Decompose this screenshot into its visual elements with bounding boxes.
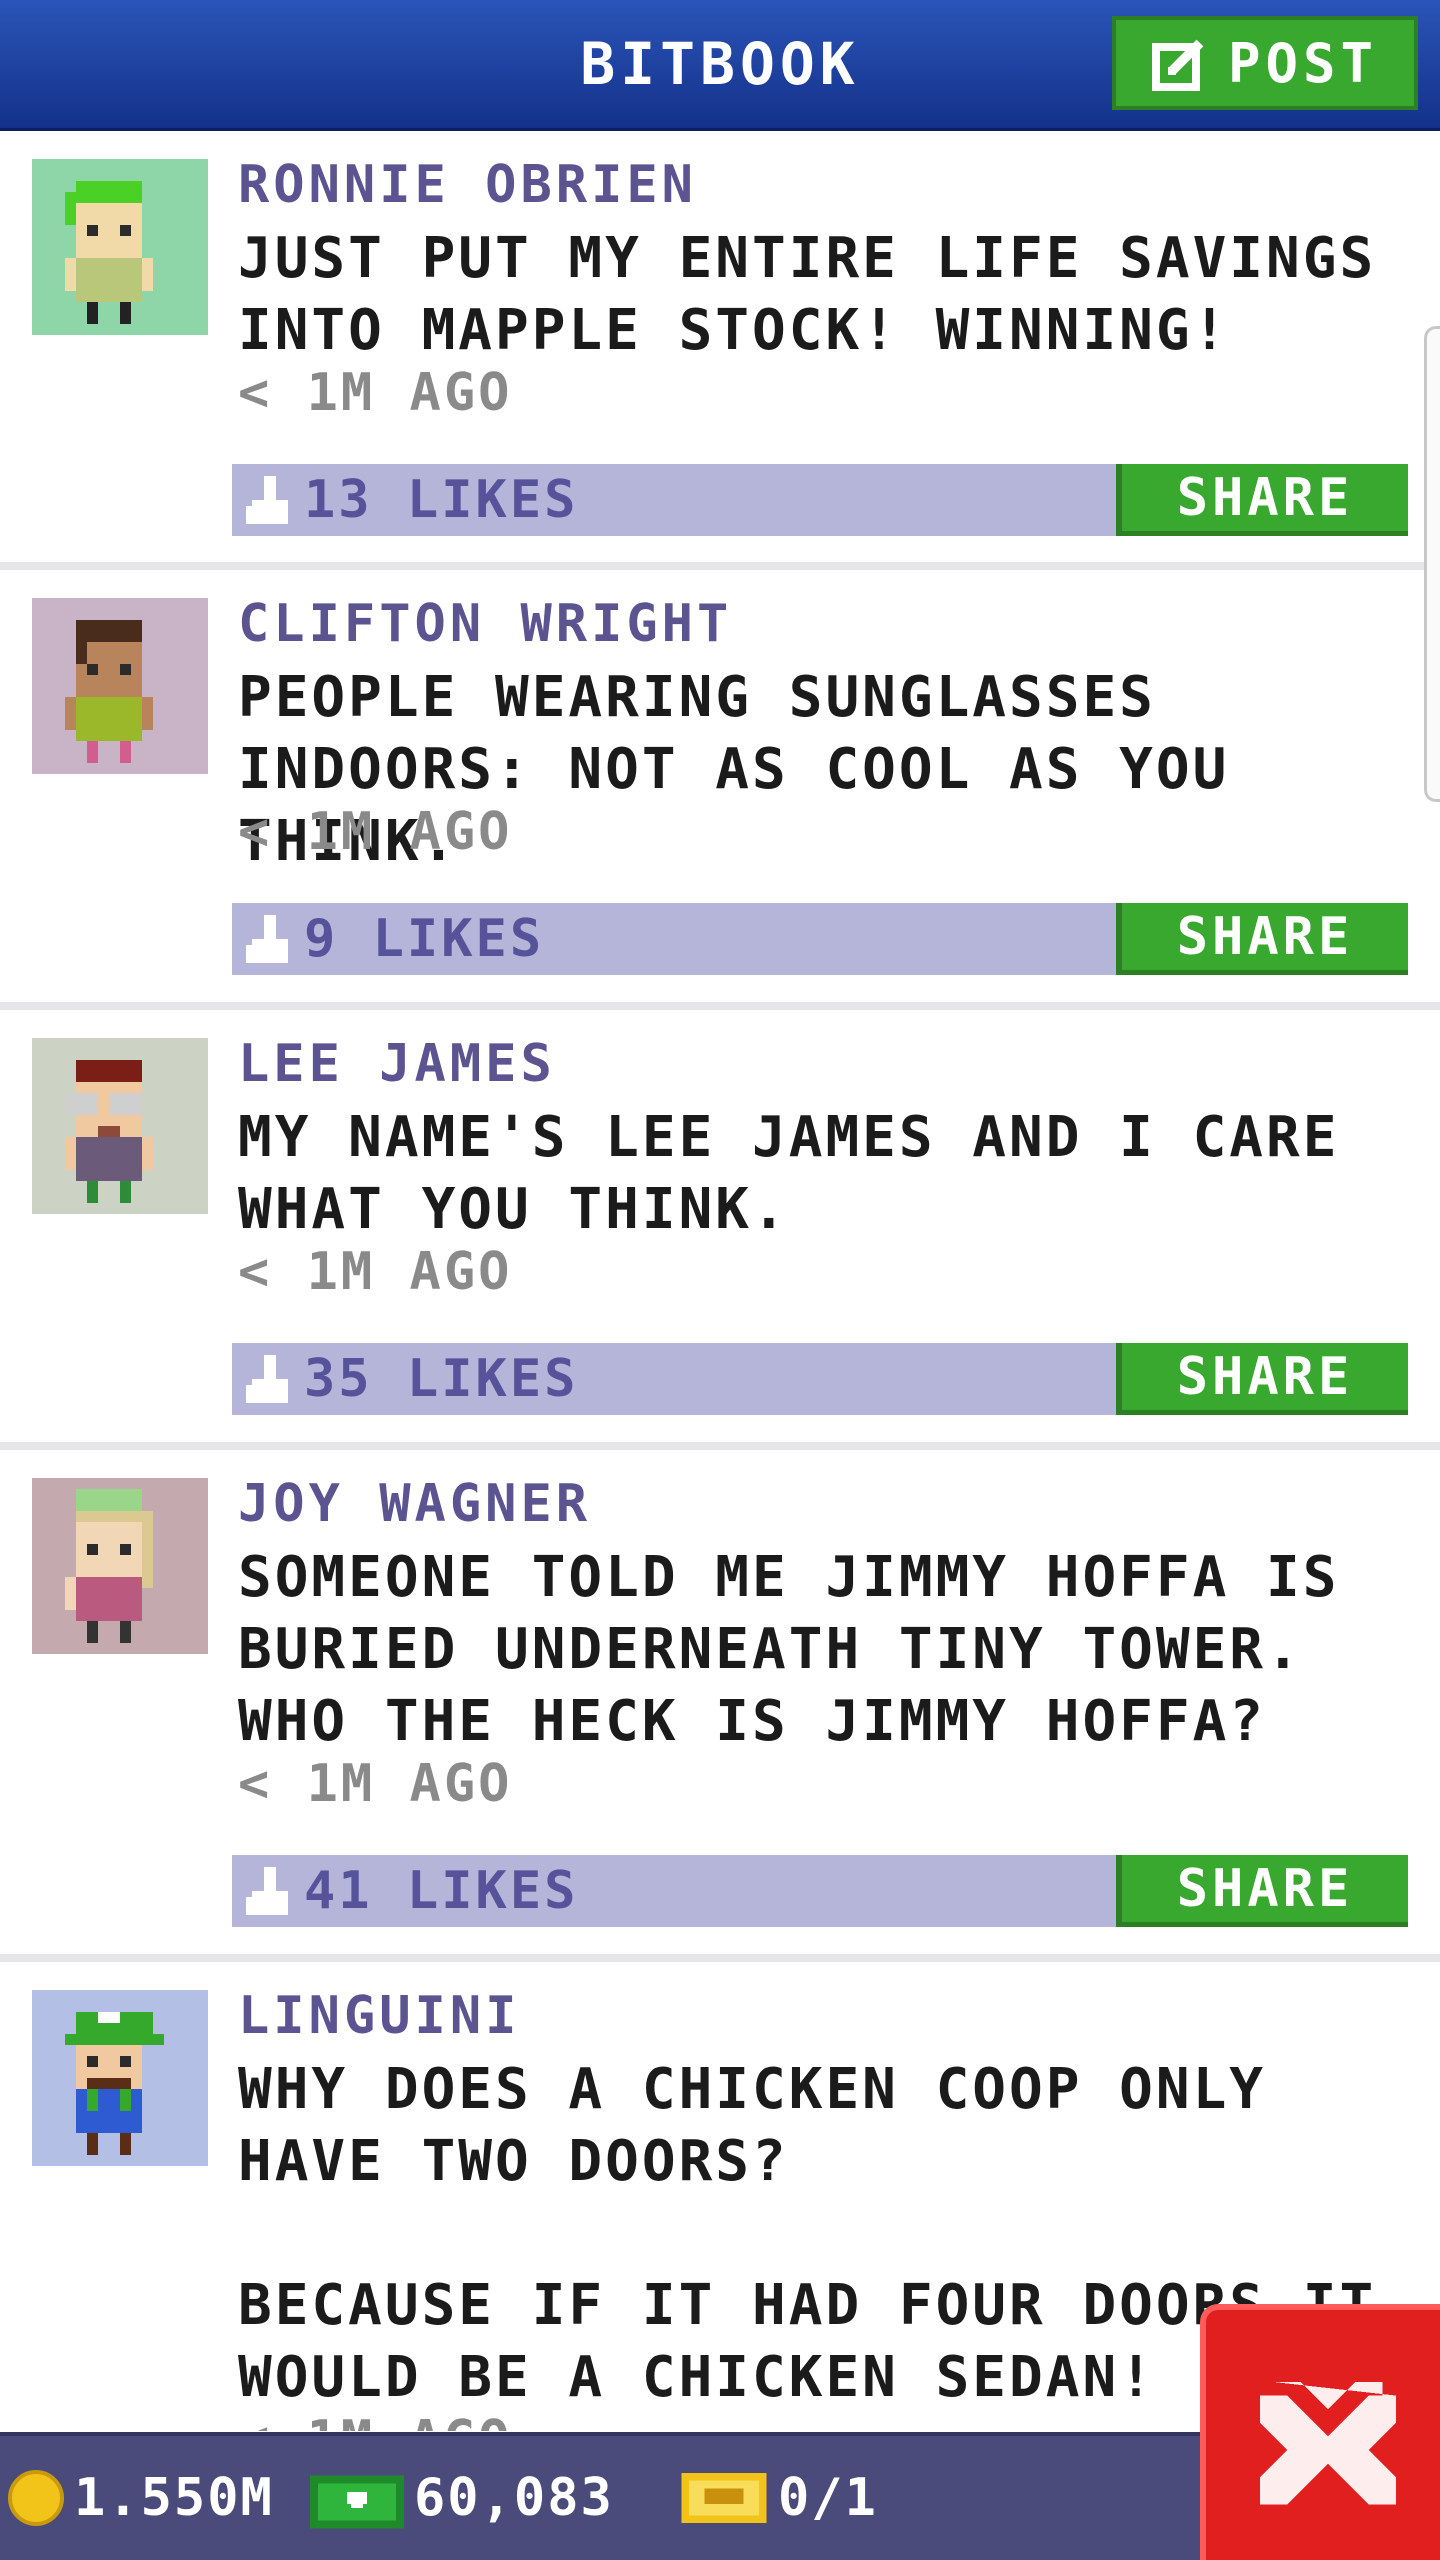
avatar bbox=[32, 1038, 208, 1214]
post-timestamp: < 1M AGO bbox=[238, 2410, 512, 2431]
like-count: 13 LIKES bbox=[304, 470, 579, 530]
avatar bbox=[32, 159, 208, 335]
tickets-amount: 0/1 bbox=[778, 2468, 878, 2528]
coins-amount: 1.550M bbox=[74, 2468, 274, 2528]
tickets-stat: 0/1 bbox=[680, 2436, 878, 2560]
like-button[interactable]: 41 LIKES bbox=[232, 1855, 578, 1927]
thumbs-up-icon bbox=[246, 476, 288, 524]
avatar bbox=[32, 598, 208, 774]
post-timestamp: < 1M AGO bbox=[238, 802, 513, 862]
post-timestamp: < 1M AGO bbox=[238, 1242, 513, 1302]
post-author[interactable]: LINGUINI bbox=[238, 1986, 520, 2046]
bux-stat: 60,083 bbox=[310, 2436, 614, 2560]
post-button[interactable]: POST bbox=[1112, 16, 1418, 110]
post-author[interactable]: RONNIE OBRIEN bbox=[238, 155, 697, 215]
scrollbar[interactable] bbox=[1424, 326, 1440, 802]
like-count: 41 LIKES bbox=[304, 1861, 579, 1921]
post-action-bar: 41 LIKES SHARE bbox=[232, 1855, 1408, 1927]
post-timestamp: < 1M AGO bbox=[238, 363, 513, 423]
share-button[interactable]: SHARE bbox=[1116, 903, 1408, 975]
share-button[interactable]: SHARE bbox=[1116, 1855, 1408, 1927]
post-message: SOMEONE TOLD ME JIMMY HOFFA IS BURIED UN… bbox=[238, 1545, 1340, 1754]
share-button[interactable]: SHARE bbox=[1116, 464, 1408, 536]
bux-icon bbox=[310, 2475, 404, 2529]
coins-stat: 1.550M bbox=[8, 2436, 274, 2560]
like-button[interactable]: 9 LIKES bbox=[232, 903, 544, 975]
thumbs-up-icon bbox=[246, 915, 288, 963]
post-timestamp: < 1M AGO bbox=[238, 1754, 513, 1814]
post-item: CLIFTON WRIGHT PEOPLE WEARING SUNGLASSES… bbox=[0, 570, 1440, 1010]
post-action-bar: 9 LIKES SHARE bbox=[232, 903, 1408, 975]
like-button[interactable]: 13 LIKES bbox=[232, 464, 578, 536]
post-message: JUST PUT MY ENTIRE LIFE SAVINGS INTO MAP… bbox=[238, 226, 1377, 363]
post-item: LEE JAMES MY NAME'S LEE JAMES AND I CARE… bbox=[0, 1010, 1440, 1450]
edit-icon bbox=[1151, 39, 1204, 91]
post-action-bar: 13 LIKES SHARE bbox=[232, 464, 1408, 536]
thumbs-up-icon bbox=[246, 1355, 288, 1403]
ticket-icon bbox=[681, 2472, 767, 2524]
app-header: BITBOOK POST bbox=[0, 0, 1440, 131]
like-count: 9 LIKES bbox=[304, 909, 545, 969]
post-author[interactable]: JOY WAGNER bbox=[238, 1474, 591, 1534]
post-author[interactable]: CLIFTON WRIGHT bbox=[238, 594, 732, 654]
post-button-label: POST bbox=[1227, 31, 1379, 95]
avatar bbox=[32, 1990, 208, 2166]
close-icon bbox=[1260, 2382, 1396, 2505]
like-button[interactable]: 35 LIKES bbox=[232, 1343, 578, 1415]
avatar bbox=[32, 1478, 208, 1654]
bux-amount: 60,083 bbox=[414, 2468, 614, 2528]
post-author[interactable]: LEE JAMES bbox=[238, 1034, 556, 1094]
post-feed[interactable]: RONNIE OBRIEN JUST PUT MY ENTIRE LIFE SA… bbox=[0, 131, 1440, 2431]
post-action-bar: 35 LIKES SHARE bbox=[232, 1343, 1408, 1415]
coin-icon bbox=[8, 2470, 64, 2526]
like-count: 35 LIKES bbox=[304, 1349, 579, 1409]
close-button[interactable] bbox=[1200, 2304, 1440, 2560]
post-item: RONNIE OBRIEN JUST PUT MY ENTIRE LIFE SA… bbox=[0, 131, 1440, 570]
share-button[interactable]: SHARE bbox=[1116, 1343, 1408, 1415]
thumbs-up-icon bbox=[246, 1867, 288, 1915]
post-item: JOY WAGNER SOMEONE TOLD ME JIMMY HOFFA I… bbox=[0, 1450, 1440, 1962]
post-message: MY NAME'S LEE JAMES AND I CARE WHAT YOU … bbox=[238, 1105, 1340, 1242]
